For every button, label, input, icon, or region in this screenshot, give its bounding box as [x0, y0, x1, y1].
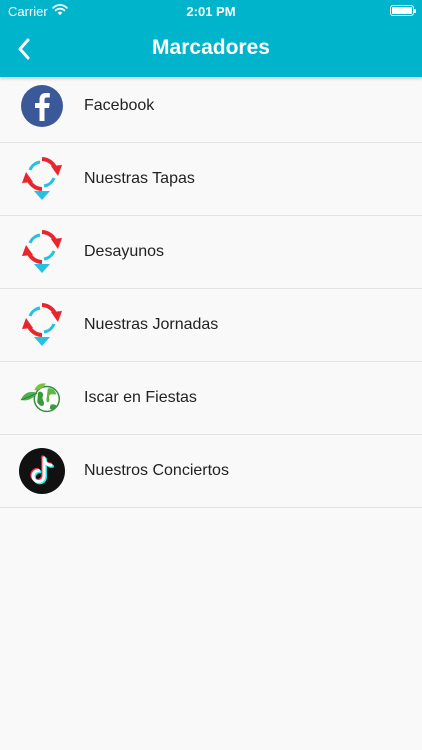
list-item-nuestros-conciertos[interactable]: Nuestros Conciertos	[0, 435, 422, 508]
eco-globe-icon	[18, 374, 66, 422]
refresh-pin-icon	[18, 228, 66, 276]
list-item-iscar-en-fiestas[interactable]: Iscar en Fiestas	[0, 362, 422, 435]
bookmark-list: Facebook Nuestras Tapas Desayunos Nuestr…	[0, 70, 422, 508]
page-title: Marcadores	[152, 36, 270, 59]
list-item-label: Iscar en Fiestas	[84, 389, 197, 406]
list-item-desayunos[interactable]: Desayunos	[0, 216, 422, 289]
status-bar: Carrier 2:01 PM	[0, 0, 422, 22]
list-item-label: Nuestras Tapas	[84, 170, 195, 187]
list-item-label: Nuestras Jornadas	[84, 316, 219, 333]
list-item-facebook[interactable]: Facebook	[0, 70, 422, 143]
header-bar: Carrier 2:01 PM Marcadores	[0, 0, 422, 77]
facebook-icon	[18, 82, 66, 130]
refresh-pin-icon	[18, 301, 66, 349]
battery-icon	[390, 5, 416, 16]
list-item-label: Nuestros Conciertos	[84, 462, 229, 479]
tiktok-icon	[18, 447, 66, 495]
list-item-label: Facebook	[84, 97, 155, 114]
navigation-bar: Marcadores	[0, 22, 422, 77]
refresh-pin-icon	[18, 155, 66, 203]
status-time: 2:01 PM	[186, 4, 236, 19]
list-item-nuestras-jornadas[interactable]: Nuestras Jornadas	[0, 289, 422, 362]
list-item-nuestras-tapas[interactable]: Nuestras Tapas	[0, 143, 422, 216]
list-item-label: Desayunos	[84, 243, 165, 260]
battery-fill	[392, 7, 412, 14]
